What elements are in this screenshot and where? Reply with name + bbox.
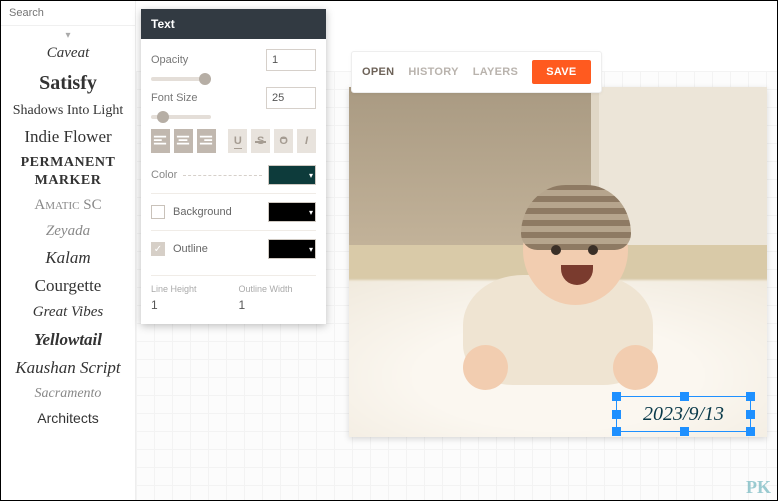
- align-right-button[interactable]: [197, 129, 216, 153]
- fontsize-input[interactable]: [266, 87, 316, 109]
- resize-handle-s[interactable]: [680, 427, 689, 436]
- overline-button[interactable]: O: [274, 129, 293, 153]
- italic-button[interactable]: I: [297, 129, 316, 153]
- text-color-swatch[interactable]: ▾: [268, 165, 316, 185]
- resize-handle-sw[interactable]: [612, 427, 621, 436]
- outline-width-label: Outline Width: [239, 284, 317, 294]
- font-item-indie[interactable]: Indie Flower: [1, 123, 135, 151]
- font-item-kaushan[interactable]: Kaushan Script: [1, 354, 135, 382]
- font-search-input[interactable]: [1, 1, 135, 26]
- strikethrough-button[interactable]: S: [251, 129, 270, 153]
- color-label: Color: [151, 169, 177, 181]
- editor-main: Text Opacity Font Size: [136, 1, 777, 500]
- fontsize-slider[interactable]: [151, 115, 211, 119]
- save-button[interactable]: SAVE: [532, 60, 590, 84]
- layers-button[interactable]: LAYERS: [473, 66, 518, 78]
- opacity-slider-thumb[interactable]: [199, 73, 211, 85]
- underline-button[interactable]: U: [228, 129, 247, 153]
- opacity-label: Opacity: [151, 54, 258, 66]
- font-item-yellowtail[interactable]: Yellowtail: [1, 326, 135, 354]
- text-properties-panel: Text Opacity Font Size: [141, 9, 326, 324]
- font-item-caveat[interactable]: Caveat: [1, 41, 135, 67]
- align-left-button[interactable]: [151, 129, 170, 153]
- font-sidebar: ▾ Caveat Satisfy Shadows Into Light Indi…: [1, 1, 136, 500]
- font-item-amatic[interactable]: Amatic SC: [1, 193, 135, 219]
- line-height-value[interactable]: 1: [151, 298, 229, 312]
- background-label: Background: [173, 206, 232, 218]
- panel-title: Text: [141, 9, 326, 39]
- outline-checkbox[interactable]: ✓: [151, 242, 165, 256]
- opacity-slider[interactable]: [151, 77, 211, 81]
- resize-handle-se[interactable]: [746, 427, 755, 436]
- outline-label: Outline: [173, 243, 208, 255]
- canvas-text[interactable]: 2023/9/13: [643, 403, 724, 426]
- font-item-great-vibes[interactable]: Great Vibes: [1, 300, 135, 326]
- font-item-architects[interactable]: Architects: [1, 406, 135, 430]
- opacity-input[interactable]: [266, 49, 316, 71]
- fontsize-slider-thumb[interactable]: [157, 111, 169, 123]
- history-button[interactable]: HISTORY: [408, 66, 458, 78]
- editor-toolbar: OPEN HISTORY LAYERS SAVE: [351, 51, 602, 93]
- selected-text-box[interactable]: 2023/9/13: [616, 396, 751, 432]
- baby-illustration: [443, 185, 673, 395]
- align-center-button[interactable]: [174, 129, 193, 153]
- font-item-zeyada[interactable]: Zeyada: [1, 219, 135, 245]
- font-list: ▾ Caveat Satisfy Shadows Into Light Indi…: [1, 26, 135, 500]
- font-item-kalam[interactable]: Kalam: [1, 244, 135, 272]
- font-item-courgette[interactable]: Courgette: [1, 272, 135, 300]
- resize-handle-w[interactable]: [612, 410, 621, 419]
- line-height-label: Line Height: [151, 284, 229, 294]
- resize-handle-nw[interactable]: [612, 392, 621, 401]
- font-item-satisfy[interactable]: Satisfy: [1, 67, 135, 99]
- background-checkbox[interactable]: [151, 205, 165, 219]
- font-item-permanent-marker[interactable]: Permanent Marker: [1, 151, 135, 193]
- font-item-shadows[interactable]: Shadows Into Light: [1, 99, 135, 123]
- resize-handle-ne[interactable]: [746, 392, 755, 401]
- outline-width-value[interactable]: 1: [239, 298, 317, 312]
- background-color-swatch[interactable]: ▾: [268, 202, 316, 222]
- fontsize-label: Font Size: [151, 92, 258, 104]
- font-item-sacramento[interactable]: Sacramento: [1, 382, 135, 406]
- resize-handle-e[interactable]: [746, 410, 755, 419]
- canvas-image[interactable]: [349, 87, 767, 437]
- outline-color-swatch[interactable]: ▾: [268, 239, 316, 259]
- resize-handle-n[interactable]: [680, 392, 689, 401]
- open-button[interactable]: OPEN: [362, 66, 394, 78]
